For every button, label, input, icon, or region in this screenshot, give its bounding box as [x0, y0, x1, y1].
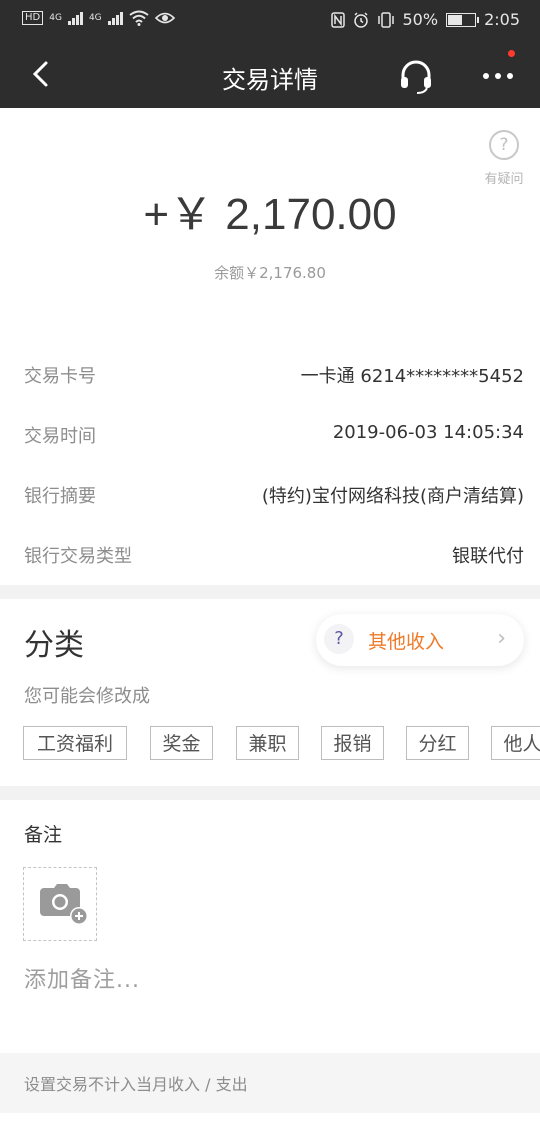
suggestion-tag[interactable]: 报销: [321, 726, 384, 760]
detail-value: (特约)宝付网络科技(商户清结算): [261, 486, 524, 507]
detail-label: 交易时间: [24, 426, 96, 447]
current-category: 其他收入: [368, 631, 445, 653]
balance-text: 余额￥2,176.80: [214, 264, 326, 282]
suggestion-tag[interactable]: 兼职: [236, 726, 299, 760]
note-input[interactable]: 添加备注...: [24, 962, 140, 994]
signal-icon-2: [107, 11, 123, 25]
hd-badge: HD: [22, 11, 44, 25]
signal-icon: [67, 11, 83, 25]
chevron-right-icon: ›: [497, 626, 506, 651]
camera-add-icon: [40, 884, 88, 925]
category-hint: 您可能会修改成: [24, 686, 150, 707]
detail-label: 银行交易类型: [24, 546, 132, 567]
nav-bar: 交易详情: [0, 42, 540, 108]
status-time: 2:05: [484, 10, 520, 29]
wifi-icon: [129, 10, 149, 26]
exclude-setting[interactable]: 设置交易不计入当月收入 / 支出: [0, 1053, 540, 1113]
category-title: 分类: [24, 628, 84, 663]
suggestion-tag[interactable]: 工资福利: [23, 726, 127, 760]
section-divider: [0, 585, 540, 599]
more-button[interactable]: [478, 56, 522, 96]
category-selector[interactable]: ? 其他收入 ›: [316, 614, 524, 666]
nfc-icon: [330, 11, 345, 28]
detail-row-time: 交易时间 2019-06-03 14:05:34: [24, 422, 524, 452]
question-icon: ?: [489, 130, 519, 160]
more-dots-icon: [483, 73, 513, 79]
customer-service-button[interactable]: [396, 56, 436, 96]
detail-label: 银行摘要: [24, 486, 96, 507]
battery-icon: [446, 12, 480, 27]
network-type-1: 4G: [49, 13, 62, 23]
network-type-2: 4G: [88, 13, 102, 23]
detail-row-summary: 银行摘要 (特约)宝付网络科技(商户清结算): [24, 482, 524, 512]
add-photo-button[interactable]: [23, 867, 97, 941]
vibrate-icon: [377, 11, 394, 28]
battery-percent: 50%: [402, 10, 439, 29]
detail-row-card: 交易卡号 一卡通 6214********5452: [24, 362, 524, 392]
detail-value: 一卡通 6214********5452: [300, 366, 524, 387]
suggestion-tag[interactable]: 奖金: [150, 726, 213, 760]
status-bar: HD 4G 4G 50% 2:05: [0, 0, 540, 42]
section-divider: [0, 786, 540, 800]
note-title: 备注: [24, 824, 63, 846]
transaction-amount: +￥ 2,170.00: [143, 190, 397, 239]
notification-dot: [508, 50, 515, 57]
suggestion-tag[interactable]: 分红: [406, 726, 469, 760]
category-suggestions: 工资福利 奖金 兼职 报销 分红 他人: [23, 726, 540, 762]
detail-label: 交易卡号: [24, 366, 96, 387]
alarm-icon: [353, 11, 368, 28]
question-icon: ?: [324, 624, 354, 654]
detail-value: 银联代付: [452, 546, 524, 567]
eye-icon: [154, 12, 175, 24]
headset-icon: [401, 60, 431, 94]
detail-value: 2019-06-03 14:05:34: [332, 422, 524, 443]
suggestion-tag[interactable]: 他人: [491, 726, 540, 760]
detail-row-type: 银行交易类型 银联代付: [24, 542, 524, 572]
page-title: 交易详情: [222, 66, 318, 94]
footer-text: 设置交易不计入当月收入 / 支出: [24, 1075, 248, 1094]
